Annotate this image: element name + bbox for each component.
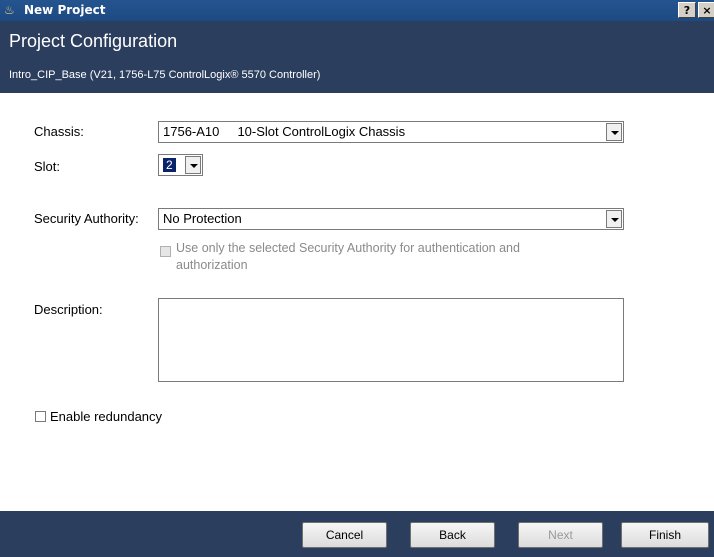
next-button[interactable]: Next (518, 522, 603, 548)
security-authority-dropdown[interactable]: No Protection (158, 208, 624, 230)
security-authority-label: Security Authority: (34, 211, 139, 226)
description-textarea[interactable] (158, 298, 624, 382)
page-title: Project Configuration (9, 31, 178, 51)
description-label: Description: (34, 302, 103, 317)
chassis-value: 1756-A10 10-Slot ControlLogix Chassis (163, 124, 406, 139)
enable-redundancy-label: Enable redundancy (50, 409, 163, 424)
page-subtitle: Intro_CIP_Base (V21, 1756-L75 ControlLog… (9, 69, 321, 81)
title-bar: ♨ New Project ? × (0, 0, 714, 21)
chevron-down-icon[interactable] (185, 156, 201, 174)
chevron-down-icon[interactable] (606, 123, 622, 141)
use-only-security-line1: Use only the selected Security Authority… (176, 241, 520, 255)
finish-button[interactable]: Finish (621, 522, 709, 548)
cancel-button[interactable]: Cancel (302, 522, 387, 548)
app-icon: ♨ (4, 3, 15, 17)
window-title: New Project (24, 3, 106, 17)
chassis-dropdown[interactable]: 1756-A10 10-Slot ControlLogix Chassis (158, 121, 624, 143)
security-authority-value: No Protection (163, 211, 242, 226)
chevron-down-icon[interactable] (606, 210, 622, 228)
back-button[interactable]: Back (410, 522, 495, 548)
footer-bar: Cancel Back Next Finish (0, 511, 714, 557)
slot-dropdown[interactable]: 2 (158, 154, 203, 176)
chassis-label: Chassis: (34, 124, 84, 139)
use-only-security-checkbox[interactable] (160, 246, 171, 257)
use-only-security-line2: authorization (176, 258, 248, 272)
help-button[interactable]: ? (678, 2, 696, 18)
page-header: Project Configuration Intro_CIP_Base (V2… (0, 21, 714, 93)
slot-label: Slot: (34, 159, 61, 174)
enable-redundancy-checkbox[interactable] (35, 411, 46, 422)
close-button[interactable]: × (698, 2, 714, 18)
slot-value: 2 (163, 158, 176, 172)
